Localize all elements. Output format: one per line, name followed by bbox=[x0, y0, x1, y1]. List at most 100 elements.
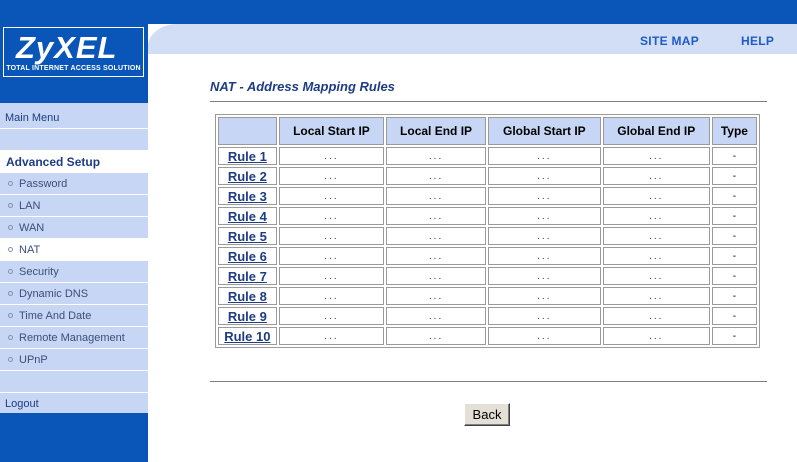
sidebar-spacer bbox=[0, 371, 148, 393]
rule-cell: Rule 1 bbox=[218, 147, 277, 165]
type-cell: - bbox=[711, 227, 757, 245]
page-title: NAT - Address Mapping Rules bbox=[210, 79, 395, 94]
bullet-icon bbox=[8, 291, 13, 296]
column-header-local-start-ip: Local Start IP bbox=[278, 117, 385, 145]
local-start-ip-cell: ... bbox=[278, 267, 385, 285]
column-header-type: Type bbox=[711, 117, 757, 145]
sidebar-item-logout[interactable]: Logout bbox=[0, 393, 148, 415]
rule-link[interactable]: Rule 10 bbox=[224, 329, 270, 344]
divider bbox=[210, 381, 767, 383]
column-header-local-end-ip: Local End IP bbox=[386, 117, 486, 145]
global-start-ip-cell: ... bbox=[487, 247, 601, 265]
global-start-ip-cell: ... bbox=[487, 187, 601, 205]
local-start-ip-cell: ... bbox=[278, 247, 385, 265]
rule-link[interactable]: Rule 4 bbox=[228, 209, 267, 224]
global-start-ip-cell: ... bbox=[487, 167, 601, 185]
type-cell: - bbox=[711, 267, 757, 285]
sidebar-item-security[interactable]: Security bbox=[0, 261, 148, 283]
local-start-ip-cell: ... bbox=[278, 287, 385, 305]
local-start-ip-cell: ... bbox=[278, 307, 385, 325]
global-start-ip-cell: ... bbox=[487, 147, 601, 165]
global-end-ip-cell: ... bbox=[602, 187, 710, 205]
back-button[interactable]: Back bbox=[464, 403, 510, 426]
global-end-ip-cell: ... bbox=[602, 147, 710, 165]
local-start-ip-cell: ... bbox=[278, 187, 385, 205]
sidebar-item-main-menu[interactable]: Main Menu bbox=[0, 107, 148, 129]
table-row: Rule 6............ - bbox=[218, 247, 757, 265]
table-row: Rule 9............ - bbox=[218, 307, 757, 325]
sidebar-item-lan[interactable]: LAN bbox=[0, 195, 148, 217]
sidebar-item-wan[interactable]: WAN bbox=[0, 217, 148, 239]
type-cell: - bbox=[711, 207, 757, 225]
bullet-icon bbox=[8, 357, 13, 362]
local-end-ip-cell: ... bbox=[386, 147, 486, 165]
rule-link[interactable]: Rule 8 bbox=[228, 289, 267, 304]
sidebar-header: ZyXEL Total Internet Access Solution bbox=[0, 0, 148, 103]
local-end-ip-cell: ... bbox=[386, 187, 486, 205]
rule-link[interactable]: Rule 3 bbox=[228, 189, 267, 204]
column-header bbox=[218, 117, 277, 145]
type-cell: - bbox=[711, 247, 757, 265]
rule-cell: Rule 9 bbox=[218, 307, 277, 325]
bullet-icon bbox=[8, 335, 13, 340]
table-row: Rule 4............ - bbox=[218, 207, 757, 225]
local-end-ip-cell: ... bbox=[386, 167, 486, 185]
rule-link[interactable]: Rule 2 bbox=[228, 169, 267, 184]
top-nav-bar bbox=[148, 24, 797, 54]
table-row: Rule 5............ - bbox=[218, 227, 757, 245]
sidebar-item-upnp[interactable]: UPnP bbox=[0, 349, 148, 371]
rule-link[interactable]: Rule 1 bbox=[228, 149, 267, 164]
column-header-global-end-ip: Global End IP bbox=[602, 117, 710, 145]
sidebar-item-label: Security bbox=[19, 265, 59, 278]
rule-cell: Rule 8 bbox=[218, 287, 277, 305]
bullet-icon bbox=[8, 225, 13, 230]
type-cell: - bbox=[711, 287, 757, 305]
rule-link[interactable]: Rule 9 bbox=[228, 309, 267, 324]
local-start-ip-cell: ... bbox=[278, 227, 385, 245]
nat-rules-table: Local Start IP Local End IP Global Start… bbox=[215, 114, 760, 348]
table-row: Rule 3............ - bbox=[218, 187, 757, 205]
column-header-global-start-ip: Global Start IP bbox=[487, 117, 601, 145]
sidebar-footer bbox=[0, 413, 148, 462]
sidebar-item-label: WAN bbox=[19, 221, 45, 234]
sidebar-menu: Main Menu Advanced Setup Password LAN WA… bbox=[0, 103, 148, 413]
table-header-row: Local Start IP Local End IP Global Start… bbox=[218, 117, 757, 145]
type-cell: - bbox=[711, 187, 757, 205]
local-end-ip-cell: ... bbox=[386, 327, 486, 345]
bullet-icon bbox=[8, 203, 13, 208]
local-start-ip-cell: ... bbox=[278, 327, 385, 345]
global-end-ip-cell: ... bbox=[602, 327, 710, 345]
sidebar-item-dynamic-dns[interactable]: Dynamic DNS bbox=[0, 283, 148, 305]
sidebar-item-password[interactable]: Password bbox=[0, 173, 148, 195]
sidebar-item-remote-management[interactable]: Remote Management bbox=[0, 327, 148, 349]
local-start-ip-cell: ... bbox=[278, 167, 385, 185]
sidebar-spacer bbox=[0, 129, 148, 151]
help-link[interactable]: HELP bbox=[741, 34, 774, 48]
sidebar-item-time-and-date[interactable]: Time And Date bbox=[0, 305, 148, 327]
site-map-link[interactable]: SITE MAP bbox=[640, 34, 699, 48]
local-end-ip-cell: ... bbox=[386, 207, 486, 225]
global-end-ip-cell: ... bbox=[602, 167, 710, 185]
type-cell: - bbox=[711, 307, 757, 325]
logo-tagline: Total Internet Access Solution bbox=[6, 65, 141, 72]
sidebar-item-nat[interactable]: NAT bbox=[0, 239, 148, 261]
sidebar-item-label: Logout bbox=[5, 398, 39, 410]
bullet-icon bbox=[8, 181, 13, 186]
type-cell: - bbox=[711, 147, 757, 165]
table-row: Rule 2............ - bbox=[218, 167, 757, 185]
rule-cell: Rule 5 bbox=[218, 227, 277, 245]
sidebar-item-label: NAT bbox=[19, 243, 41, 256]
global-end-ip-cell: ... bbox=[602, 227, 710, 245]
local-end-ip-cell: ... bbox=[386, 247, 486, 265]
rule-link[interactable]: Rule 7 bbox=[228, 269, 267, 284]
rule-cell: Rule 10 bbox=[218, 327, 277, 345]
global-start-ip-cell: ... bbox=[487, 307, 601, 325]
bullet-icon bbox=[8, 269, 13, 274]
rule-link[interactable]: Rule 6 bbox=[228, 249, 267, 264]
global-start-ip-cell: ... bbox=[487, 287, 601, 305]
global-end-ip-cell: ... bbox=[602, 287, 710, 305]
global-end-ip-cell: ... bbox=[602, 267, 710, 285]
top-banner bbox=[148, 0, 797, 24]
global-end-ip-cell: ... bbox=[602, 207, 710, 225]
rule-link[interactable]: Rule 5 bbox=[228, 229, 267, 244]
